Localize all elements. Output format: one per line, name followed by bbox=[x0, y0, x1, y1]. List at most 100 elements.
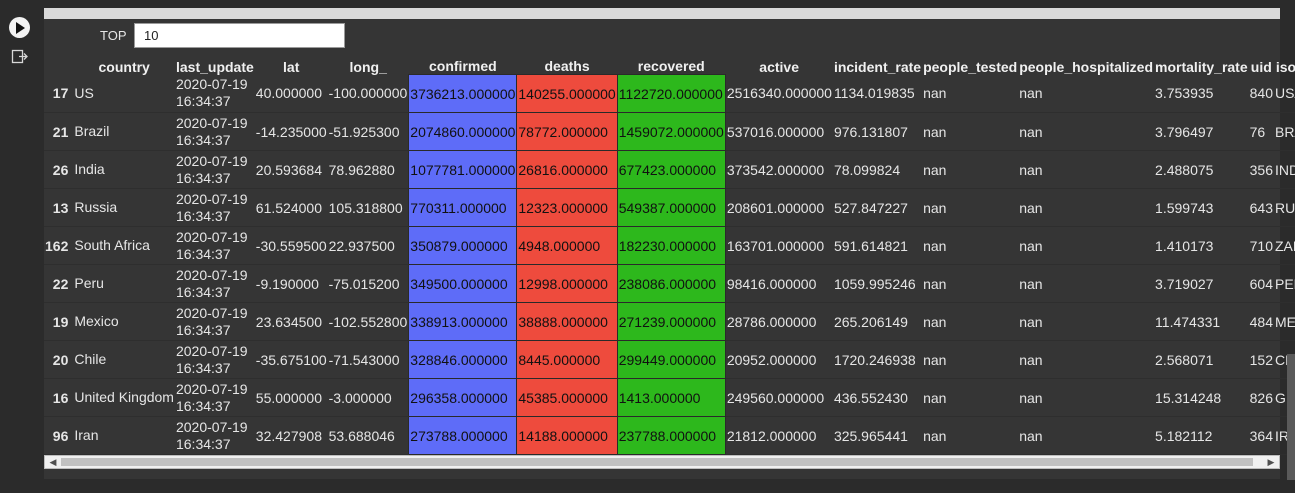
cell-mortality-rate: 1.599743 bbox=[1154, 188, 1249, 227]
cell-incident-rate: 325.965441 bbox=[832, 416, 923, 455]
cell-country: Chile bbox=[73, 340, 175, 379]
cell-active: 20952.000000 bbox=[725, 340, 833, 379]
cell-mortality-rate: 3.719027 bbox=[1154, 264, 1249, 303]
cell-time: 16:34:37 bbox=[175, 321, 231, 338]
cell-lat: 55.000000 bbox=[254, 378, 328, 417]
cell-recovered: 1413.000000 bbox=[616, 378, 726, 417]
cell-people-hospitalized: nan bbox=[1018, 188, 1155, 227]
cell-date: 2020-07-19 bbox=[175, 190, 248, 207]
cell-deaths: 26816.000000 bbox=[516, 150, 618, 189]
cell-country: US bbox=[73, 74, 175, 113]
dataframe-table: country last_update lat long_ confirmed … bbox=[44, 52, 1295, 455]
cell-lat: -14.235000 bbox=[254, 112, 328, 151]
cell-long: -102.552800 bbox=[327, 302, 409, 341]
cell-confirmed: 3736213.000000 bbox=[408, 74, 518, 113]
cell-time: 16:34:37 bbox=[175, 397, 231, 414]
cell-incident-rate: 436.552430 bbox=[832, 378, 923, 417]
cell-lat: -9.190000 bbox=[254, 264, 328, 303]
cell-iso: BRA bbox=[1273, 112, 1295, 151]
cell-confirmed: 349500.000000 bbox=[408, 264, 518, 303]
cell-long: -51.925300 bbox=[327, 112, 409, 151]
cell-active: 208601.000000 bbox=[725, 188, 833, 227]
cell-last-update: 2020-07-19 16:34:37 bbox=[174, 264, 255, 303]
cell-recovered: 1459072.000000 bbox=[616, 112, 726, 151]
run-cell-button[interactable] bbox=[9, 17, 30, 38]
header-lat: lat bbox=[283, 58, 300, 75]
cell-uid: 76 bbox=[1248, 112, 1274, 151]
header-incident-rate: incident_rate bbox=[833, 58, 922, 75]
cell-last-update: 2020-07-19 16:34:37 bbox=[174, 226, 255, 265]
cell-incident-rate: 591.614821 bbox=[832, 226, 923, 265]
cell-last-update: 2020-07-19 16:34:37 bbox=[174, 416, 255, 455]
cell-country: Russia bbox=[73, 188, 175, 227]
cell-uid: 604 bbox=[1248, 264, 1274, 303]
cell-people-hospitalized: nan bbox=[1018, 112, 1155, 151]
cell-iso: IND bbox=[1273, 150, 1295, 189]
table-row: 96 Iran 2020-07-19 16:34:37 32.427908 53.6880… bbox=[44, 416, 1295, 455]
cell-incident-rate: 265.206149 bbox=[832, 302, 923, 341]
cell-time: 16:34:37 bbox=[175, 131, 231, 148]
cell-time: 16:34:37 bbox=[175, 283, 231, 300]
cell-iso: PER bbox=[1273, 264, 1295, 303]
cell-incident-rate: 78.099824 bbox=[832, 150, 923, 189]
header-deaths: deaths bbox=[544, 58, 590, 74]
cell-date: 2020-07-19 bbox=[175, 342, 248, 359]
cell-mortality-rate: 15.314248 bbox=[1154, 378, 1249, 417]
cell-long: -75.015200 bbox=[327, 264, 409, 303]
cell-recovered: 549387.000000 bbox=[616, 188, 726, 227]
scroll-right-icon[interactable]: ▶ bbox=[1265, 457, 1277, 467]
cell-people-tested: nan bbox=[922, 226, 1019, 265]
cell-people-tested: nan bbox=[922, 378, 1019, 417]
cell-deaths: 14188.000000 bbox=[516, 416, 618, 455]
top-horizontal-scrollbar[interactable] bbox=[44, 8, 1280, 19]
cell-last-update: 2020-07-19 16:34:37 bbox=[174, 340, 255, 379]
cell-date: 2020-07-19 bbox=[175, 304, 248, 321]
row-index: 26 bbox=[44, 150, 74, 189]
cell-mortality-rate: 2.488075 bbox=[1154, 150, 1249, 189]
output-export-icon[interactable] bbox=[11, 48, 29, 66]
vertical-scrollbar[interactable] bbox=[1287, 354, 1295, 480]
cell-last-update: 2020-07-19 16:34:37 bbox=[174, 378, 255, 417]
cell-country: Peru bbox=[73, 264, 175, 303]
header-last-update: last_update bbox=[175, 58, 254, 75]
cell-recovered: 677423.000000 bbox=[616, 150, 726, 189]
cell-time: 16:34:37 bbox=[175, 359, 231, 376]
cell-iso: ZAF bbox=[1273, 226, 1295, 265]
cell-people-hospitalized: nan bbox=[1018, 264, 1155, 303]
cell-deaths: 38888.000000 bbox=[516, 302, 618, 341]
bottom-horizontal-scrollbar[interactable]: ◀ ▶ bbox=[44, 455, 1280, 469]
cell-people-tested: nan bbox=[922, 302, 1019, 341]
cell-recovered: 238086.000000 bbox=[616, 264, 726, 303]
cell-time: 16:34:37 bbox=[175, 93, 231, 110]
header-active: active bbox=[759, 58, 799, 75]
cell-lat: 32.427908 bbox=[254, 416, 328, 455]
header-people-tested: people_tested bbox=[923, 58, 1018, 75]
cell-active: 21812.000000 bbox=[725, 416, 833, 455]
cell-lat: 61.524000 bbox=[254, 188, 328, 227]
cell-last-update: 2020-07-19 16:34:37 bbox=[174, 150, 255, 189]
cell-active: 163701.000000 bbox=[725, 226, 833, 265]
cell-active: 373542.000000 bbox=[725, 150, 833, 189]
cell-date: 2020-07-19 bbox=[175, 228, 248, 245]
cell-deaths: 12323.000000 bbox=[516, 188, 618, 227]
header-iso: iso bbox=[1275, 58, 1295, 75]
row-index: 96 bbox=[44, 416, 74, 455]
top-n-input[interactable]: 10 bbox=[134, 23, 345, 48]
cell-long: 22.937500 bbox=[327, 226, 409, 265]
cell-uid: 643 bbox=[1248, 188, 1274, 227]
scrollbar-thumb[interactable] bbox=[61, 458, 1253, 466]
cell-mortality-rate: 1.410173 bbox=[1154, 226, 1249, 265]
cell-active: 249560.000000 bbox=[725, 378, 833, 417]
table-header-row: country last_update lat long_ confirmed … bbox=[44, 52, 1295, 75]
row-index: 21 bbox=[44, 112, 74, 151]
cell-deaths: 140255.000000 bbox=[516, 74, 618, 113]
header-country: country bbox=[98, 58, 150, 75]
cell-country: India bbox=[73, 150, 175, 189]
cell-last-update: 2020-07-19 16:34:37 bbox=[174, 112, 255, 151]
row-index: 22 bbox=[44, 264, 74, 303]
cell-active: 28786.000000 bbox=[725, 302, 833, 341]
cell-people-hospitalized: nan bbox=[1018, 226, 1155, 265]
cell-country: Brazil bbox=[73, 112, 175, 151]
table-row: 26 India 2020-07-19 16:34:37 20.593684 78.962… bbox=[44, 150, 1295, 189]
scroll-left-icon[interactable]: ◀ bbox=[47, 457, 59, 467]
